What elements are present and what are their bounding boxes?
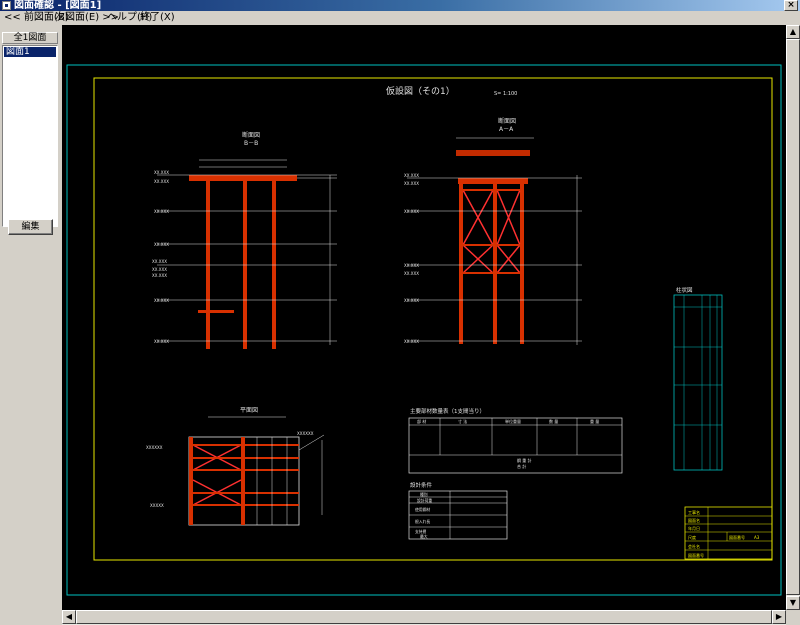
design-row-max: 最大 — [420, 534, 428, 539]
menu-bar: << 前図面(B) 次図面(E) >> ヘルプ(H) 終了(X) — [0, 11, 800, 25]
section-b-title: 断面図 — [242, 131, 260, 139]
svg-text:XX.XXX: XX.XXX — [152, 273, 167, 278]
title-block-project: 工事名 — [688, 509, 700, 515]
svg-text:XXXXX: XXXXX — [150, 503, 164, 508]
title-block: 工事名 図面名 年月日 尺度 会社名 図面番号 図面番号 A3 — [684, 506, 773, 560]
svg-text:XX.XXX: XX.XXX — [404, 173, 419, 178]
cad-drawing: 仮設図（その1） S= 1:100 断面図 B－B XX.XXXXX.XXX X… — [66, 64, 782, 596]
design-row-embed: 根入れ長 — [415, 519, 430, 524]
horizontal-scrollbar[interactable]: ◀ ▶ — [62, 610, 786, 625]
title-block-company: 会社名 — [688, 543, 700, 549]
svg-text:XX.XXX: XX.XXX — [154, 298, 169, 303]
svg-text:XX.XXX: XX.XXX — [154, 170, 169, 175]
size-grip[interactable] — [786, 610, 800, 625]
drawing-canvas[interactable]: 仮設図（その1） S= 1:100 断面図 B－B XX.XXX XX.XXX … — [62, 25, 786, 610]
svg-text:XX.XXX: XX.XXX — [404, 181, 419, 186]
title-block-date: 年月日 — [688, 525, 700, 531]
drawing-list-item[interactable]: 図面1 — [4, 47, 56, 57]
horizontal-scroll-thumb[interactable] — [76, 610, 772, 624]
svg-text:XX.XXX: XX.XXX — [404, 263, 419, 268]
svg-text:XXXXXX: XXXXXX — [146, 445, 163, 450]
qty-header-unitweight: 単位重量 — [505, 418, 521, 424]
close-button[interactable]: × — [784, 0, 798, 11]
app-window: 図面確認 - [図面1] × << 前図面(B) 次図面(E) >> ヘルプ(H… — [0, 0, 800, 625]
boring-log-title: 柱状図 — [676, 286, 693, 294]
title-bar: 図面確認 - [図面1] × — [0, 0, 800, 11]
qty-header-qty: 数 量 — [549, 418, 558, 424]
scroll-up-icon[interactable]: ▲ — [786, 25, 800, 39]
svg-text:XX.XXX: XX.XXX — [404, 271, 419, 276]
title-block-scale-label: 図面番号 — [729, 534, 745, 540]
app-icon — [2, 1, 11, 10]
section-b-subtitle: B－B — [244, 140, 258, 147]
scroll-right-icon[interactable]: ▶ — [772, 610, 786, 624]
qty-total-steel: 鋼 重 計 — [517, 457, 532, 463]
section-a-view: 断面図 A－A XX.XXXXX.XXX XX.XXXXX.XXX XX.XXX… — [404, 117, 582, 345]
qty-total-sum: 合 計 — [517, 463, 526, 469]
quantity-table: 主要部材数量表（1支間当り） 部 材 寸 法 単位重量 数 量 重 量 鋼 重 … — [408, 407, 623, 474]
svg-text:XX.XXX: XX.XXX — [154, 242, 169, 247]
drawing-count-header[interactable]: 全1図面 — [2, 32, 58, 44]
svg-text:XXXXXX: XXXXXX — [297, 431, 314, 436]
quantity-table-title: 主要部材数量表（1支間当り） — [410, 407, 485, 415]
drawing-list-panel: 全1図面 図面1 編集 — [0, 25, 60, 625]
design-row-steel: 使用鋼材 — [415, 507, 430, 512]
svg-text:XX.XXX: XX.XXX — [154, 209, 169, 214]
svg-text:XX.XXX: XX.XXX — [404, 298, 419, 303]
plan-view: 平面図 XXXXXX XXXXXX XXXXX — [146, 407, 325, 526]
window-title: 図面確認 - [図面1] — [14, 0, 102, 11]
svg-text:XX.XXX: XX.XXX — [404, 339, 419, 344]
design-conditions-title: 設計条件 — [410, 481, 433, 489]
svg-text:XX.XXX: XX.XXX — [152, 259, 167, 264]
title-block-drawing-name: 図面名 — [688, 517, 700, 523]
section-a-subtitle: A－A — [499, 126, 514, 133]
title-block-scale: 尺度 — [688, 534, 696, 540]
svg-text:XX.XXX: XX.XXX — [152, 267, 167, 272]
vertical-scrollbar[interactable]: ▲ ▼ — [786, 25, 800, 610]
qty-header-size: 寸 法 — [458, 418, 467, 424]
qty-header-weight: 重 量 — [590, 418, 599, 424]
svg-text:XX.XXX: XX.XXX — [154, 339, 169, 344]
design-conditions-table: 設計条件 種別 設計荷重 使用鋼材 根入れ長 支持層 最大 — [408, 481, 508, 540]
qty-header-member: 部 材 — [417, 418, 426, 424]
deck-b — [189, 175, 297, 181]
design-row-load: 設計荷重 — [417, 498, 432, 503]
title-block-number: 図面番号 — [688, 552, 704, 558]
plan-title: 平面図 — [240, 407, 258, 414]
deck-a — [458, 178, 528, 184]
scroll-left-icon[interactable]: ◀ — [62, 610, 76, 624]
section-b-view: 断面図 B－B XX.XXXXX.XXX XX.XXXXX.XXX XX.XXX… — [152, 131, 337, 349]
drawing-title: 仮設図（その1） — [386, 85, 455, 97]
vertical-scroll-thumb[interactable] — [786, 39, 800, 595]
svg-text:XX.XXX: XX.XXX — [154, 179, 169, 184]
design-row-type: 種別 — [420, 492, 428, 497]
inner-frame — [93, 77, 773, 561]
drawing-scale: S= 1:100 — [494, 91, 517, 97]
scroll-down-icon[interactable]: ▼ — [786, 596, 800, 610]
drawing-list[interactable]: 図面1 — [2, 45, 58, 227]
title-block-scale-value: A3 — [754, 535, 760, 540]
svg-text:XX.XXX: XX.XXX — [404, 209, 419, 214]
section-a-title: 断面図 — [498, 117, 516, 125]
edit-button[interactable]: 編集 — [8, 219, 53, 235]
menu-exit[interactable]: 終了(X) — [140, 11, 175, 25]
boring-log: 柱状図 — [673, 286, 723, 471]
